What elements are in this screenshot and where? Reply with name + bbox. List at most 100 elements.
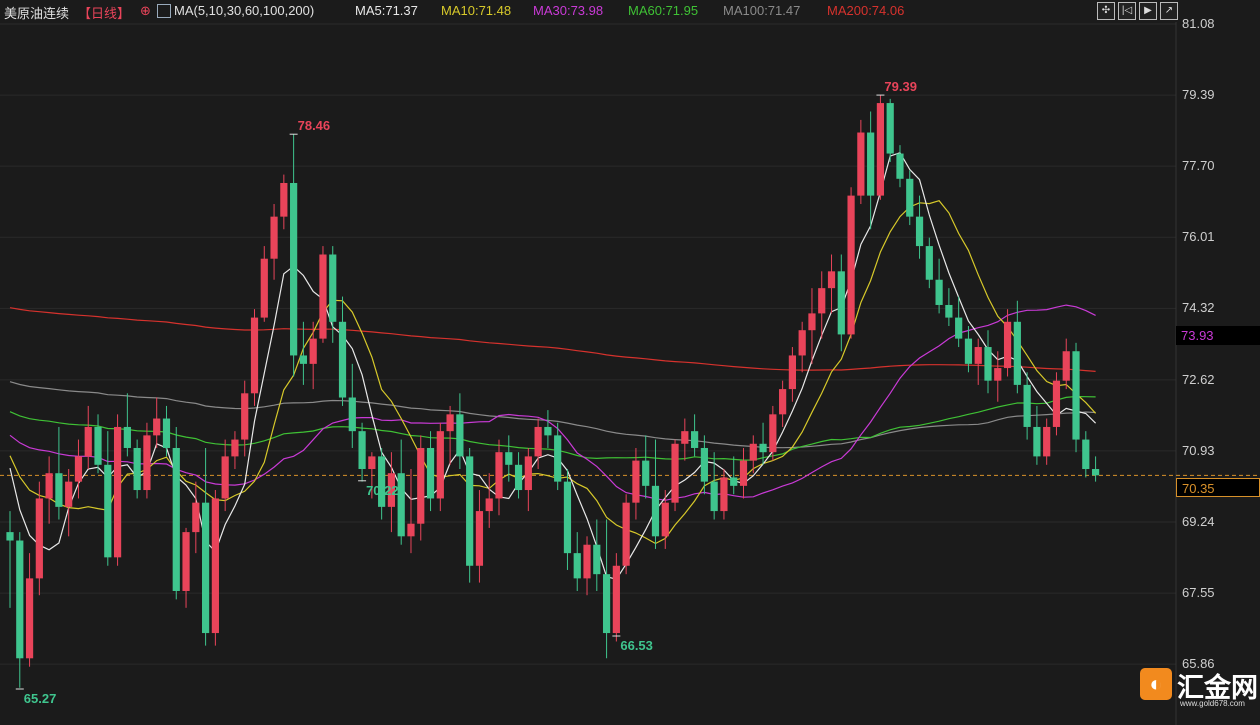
play-icon[interactable]: ▶ [1139,2,1157,20]
y-tick-label: 77.70 [1182,158,1215,174]
candle-body [1043,426,1051,457]
y-tick-label: 69.24 [1182,514,1215,529]
candle-body [955,317,963,339]
candle-body [837,271,845,335]
candle-body [202,502,210,634]
candle-body [788,355,796,390]
candle-body [74,456,83,482]
candle-body [720,477,728,512]
candle-body [964,338,973,364]
candle-body [583,544,591,579]
candle-body [290,182,298,356]
settings-icon[interactable]: ⊕ [140,3,151,19]
candle-body [867,132,875,196]
candle-body [241,393,249,440]
candle-body [593,544,601,575]
candle-body [710,481,718,512]
candle-body [524,456,532,491]
candle-body [573,553,581,579]
candle-body [1062,351,1070,381]
candle-body [368,456,376,470]
chart-header: 美原油连续 【日线】 ⊕ MA(5,10,30,60,100,200) MA5:… [0,0,1260,22]
price-annotation: 66.53 [620,638,653,653]
first-bar-icon[interactable]: |◁ [1118,2,1136,20]
candle-body [818,288,826,314]
candle-body [104,464,112,558]
candle-body [808,313,816,331]
candle-body [348,397,356,432]
ma60-value: MA60:71.95 [628,3,699,18]
candle-body [681,431,689,444]
candle-body [798,330,806,356]
candle-body [260,258,268,318]
candle-body [6,532,14,541]
candle-body [544,426,552,436]
ma30-price-tag: 73.93 [1176,326,1260,345]
candle-body [554,435,562,482]
candle-body [270,216,278,259]
candle-body [329,254,337,322]
candle-body [162,418,171,448]
candle-body [231,439,239,457]
candle-body [534,426,542,457]
candle-body [671,443,679,503]
y-tick-label: 67.55 [1182,585,1215,601]
candle-body [280,182,288,217]
y-tick-label: 79.39 [1182,87,1215,103]
candle-body [55,473,63,507]
candle-body [749,443,757,461]
candle-body [622,502,630,566]
candle-body [857,132,865,196]
candle-body [94,426,102,465]
period-label[interactable]: 【日线】 [78,3,130,22]
candle-body [417,447,425,524]
ma-params: MA(5,10,30,60,100,200) [174,3,315,18]
candle-body [779,389,787,415]
candle-body [632,460,640,503]
instrument-title: 美原油连续 [4,6,70,21]
candle-body [309,338,317,364]
candle-body [250,317,259,394]
candle-body [426,447,435,499]
candlestick-chart[interactable] [0,0,1260,725]
candle-body [1082,439,1090,470]
price-annotation: 79.39 [884,79,917,95]
candle-body [319,254,327,339]
export-icon[interactable]: ↗ [1160,2,1178,20]
price-annotation: 70.22 [366,482,399,498]
logo-icon: ◐ [1140,668,1172,700]
candle-body [221,456,229,499]
candle-body [847,195,855,335]
y-tick-label: 74.32 [1182,300,1215,316]
candle-body [759,443,767,453]
candle-body [563,481,572,554]
candle-body [1072,351,1080,440]
candle-body [935,279,943,305]
candle-body [407,523,415,537]
candle-body [1003,321,1012,369]
candle-body [338,321,347,398]
y-tick-label: 76.01 [1182,229,1215,245]
candle-body [153,418,161,436]
candle-body [446,414,454,432]
ma100-value: MA100:71.47 [723,3,801,18]
ma100-line [9,381,1096,449]
candle-body [466,456,474,566]
candle-body [25,578,34,659]
candle-body [886,103,894,154]
y-tick-label: 72.62 [1182,371,1215,387]
candle-body [1023,384,1031,427]
indicator-icon[interactable] [157,4,171,18]
candle-body [691,431,699,448]
candle-body [84,426,92,457]
candle-body [896,153,904,179]
candle-body [661,502,669,537]
fit-view-icon[interactable]: ✣ [1097,2,1115,20]
candle-body [700,447,708,482]
candle-body [378,456,386,507]
candle-body [113,426,122,558]
candle-body [730,477,738,486]
candle-body [1013,321,1021,385]
candle-body [475,511,484,566]
candle-body [35,498,43,579]
